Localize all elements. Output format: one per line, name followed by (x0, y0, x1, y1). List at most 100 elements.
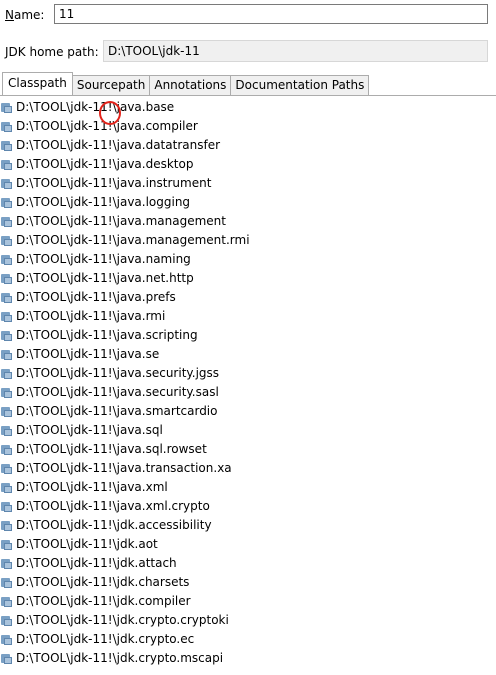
jar-archive-icon (1, 653, 12, 664)
classpath-list-item[interactable]: D:\TOOL\jdk-11!\java.security.jgss (0, 364, 496, 383)
classpath-item-label: D:\TOOL\jdk-11!\java.instrument (16, 176, 212, 190)
name-label-rest: ame: (13, 8, 45, 22)
classpath-list-item[interactable]: D:\TOOL\jdk-11!\java.prefs (0, 288, 496, 307)
classpath-item-label: D:\TOOL\jdk-11!\java.management (16, 214, 226, 228)
classpath-item-label: D:\TOOL\jdk-11!\jdk.accessibility (16, 518, 212, 532)
sdk-settings-panel: Name: JDK home path: Classpath Sourcepat… (0, 0, 496, 675)
jdk-home-path-field[interactable] (103, 40, 488, 62)
classpath-list-item[interactable]: D:\TOOL\jdk-11!\java.management (0, 212, 496, 231)
classpath-item-label: D:\TOOL\jdk-11!\jdk.compiler (16, 594, 191, 608)
classpath-list-item[interactable]: D:\TOOL\jdk-11!\java.net.http (0, 269, 496, 288)
jar-archive-icon (1, 292, 12, 303)
classpath-list-item[interactable]: D:\TOOL\jdk-11!\jdk.compiler (0, 592, 496, 611)
classpath-list-item[interactable]: D:\TOOL\jdk-11!\java.instrument (0, 174, 496, 193)
classpath-list-item[interactable]: D:\TOOL\jdk-11!\java.transaction.xa (0, 459, 496, 478)
classpath-list[interactable]: D:\TOOL\jdk-11!\java.base D:\TOOL\jdk-11!… (0, 98, 496, 675)
classpath-item-label: D:\TOOL\jdk-11!\java.smartcardio (16, 404, 218, 418)
classpath-list-item[interactable]: D:\TOOL\jdk-11!\java.security.sasl (0, 383, 496, 402)
jar-archive-icon (1, 425, 12, 436)
classpath-list-item[interactable]: D:\TOOL\jdk-11!\java.sql (0, 421, 496, 440)
classpath-item-label: D:\TOOL\jdk-11!\jdk.crypto.cryptoki (16, 613, 229, 627)
jar-archive-icon (1, 539, 12, 550)
classpath-list-item[interactable]: D:\TOOL\jdk-11!\java.desktop (0, 155, 496, 174)
jar-archive-icon (1, 273, 12, 284)
classpath-list-item[interactable]: D:\TOOL\jdk-11!\jdk.accessibility (0, 516, 496, 535)
classpath-item-label: D:\TOOL\jdk-11!\java.rmi (16, 309, 166, 323)
tab-strip: Classpath Sourcepath Annotations Documen… (2, 72, 370, 95)
tab-strip-divider (0, 95, 496, 96)
jdk-home-path-label: JDK home path: (5, 45, 99, 59)
jar-archive-icon (1, 159, 12, 170)
jar-archive-icon (1, 140, 12, 151)
name-input[interactable] (54, 4, 488, 24)
classpath-list-item[interactable]: D:\TOOL\jdk-11!\java.sql.rowset (0, 440, 496, 459)
classpath-list-item[interactable]: D:\TOOL\jdk-11!\jdk.crypto.mscapi (0, 649, 496, 668)
tab-documentation-paths[interactable]: Documentation Paths (230, 75, 370, 95)
classpath-item-label: D:\TOOL\jdk-11!\jdk.attach (16, 556, 177, 570)
classpath-list-item[interactable]: D:\TOOL\jdk-11!\java.scripting (0, 326, 496, 345)
jar-archive-icon (1, 463, 12, 474)
jar-archive-icon (1, 121, 12, 132)
classpath-item-label: D:\TOOL\jdk-11!\jdk.aot (16, 537, 158, 551)
classpath-item-label: D:\TOOL\jdk-11!\java.security.sasl (16, 385, 219, 399)
classpath-item-label: D:\TOOL\jdk-11!\jdk.crypto.ec (16, 632, 195, 646)
classpath-item-label: D:\TOOL\jdk-11!\java.naming (16, 252, 191, 266)
jar-archive-icon (1, 216, 12, 227)
classpath-list-item[interactable]: D:\TOOL\jdk-11!\java.xml.crypto (0, 497, 496, 516)
jar-archive-icon (1, 558, 12, 569)
classpath-item-label: D:\TOOL\jdk-11!\java.base (16, 100, 175, 114)
jar-archive-icon (1, 178, 12, 189)
name-label: Name: (5, 8, 44, 22)
jar-archive-icon (1, 520, 12, 531)
classpath-list-item[interactable]: D:\TOOL\jdk-11!\java.xml (0, 478, 496, 497)
classpath-item-label: D:\TOOL\jdk-11!\java.xml.crypto (16, 499, 210, 513)
classpath-list-item[interactable]: D:\TOOL\jdk-11!\jdk.crypto.cryptoki (0, 611, 496, 630)
classpath-item-label: D:\TOOL\jdk-11!\java.management.rmi (16, 233, 250, 247)
classpath-item-label: D:\TOOL\jdk-11!\java.scripting (16, 328, 198, 342)
classpath-item-label: D:\TOOL\jdk-11!\java.prefs (16, 290, 176, 304)
classpath-list-item[interactable]: D:\TOOL\jdk-11!\jdk.crypto.ec (0, 630, 496, 649)
name-label-mnemonic: N (5, 8, 14, 22)
classpath-item-label: D:\TOOL\jdk-11!\java.transaction.xa (16, 461, 232, 475)
jar-archive-icon (1, 577, 12, 588)
classpath-list-item[interactable]: D:\TOOL\jdk-11!\java.compiler (0, 117, 496, 136)
classpath-list-item[interactable]: D:\TOOL\jdk-11!\java.smartcardio (0, 402, 496, 421)
tab-annotations[interactable]: Annotations (149, 75, 232, 95)
jar-archive-icon (1, 444, 12, 455)
classpath-list-item[interactable]: D:\TOOL\jdk-11!\jdk.charsets (0, 573, 496, 592)
classpath-item-label: D:\TOOL\jdk-11!\java.se (16, 347, 160, 361)
classpath-list-item[interactable]: D:\TOOL\jdk-11!\java.naming (0, 250, 496, 269)
classpath-item-label: D:\TOOL\jdk-11!\java.desktop (16, 157, 194, 171)
classpath-item-label: D:\TOOL\jdk-11!\jdk.crypto.mscapi (16, 651, 224, 665)
jar-archive-icon (1, 349, 12, 360)
jar-archive-icon (1, 596, 12, 607)
classpath-item-label: D:\TOOL\jdk-11!\java.sql (16, 423, 163, 437)
classpath-list-item[interactable]: D:\TOOL\jdk-11!\java.rmi (0, 307, 496, 326)
classpath-list-item[interactable]: D:\TOOL\jdk-11!\java.logging (0, 193, 496, 212)
classpath-list-item[interactable]: D:\TOOL\jdk-11!\java.management.rmi (0, 231, 496, 250)
tab-classpath[interactable]: Classpath (2, 72, 73, 95)
classpath-item-label: D:\TOOL\jdk-11!\java.compiler (16, 119, 198, 133)
jar-archive-icon (1, 634, 12, 645)
classpath-list-item[interactable]: D:\TOOL\jdk-11!\jdk.attach (0, 554, 496, 573)
tab-sourcepath[interactable]: Sourcepath (71, 75, 151, 95)
jar-archive-icon (1, 615, 12, 626)
jar-archive-icon (1, 197, 12, 208)
jar-archive-icon (1, 387, 12, 398)
classpath-item-label: D:\TOOL\jdk-11!\jdk.charsets (16, 575, 190, 589)
classpath-item-label: D:\TOOL\jdk-11!\java.security.jgss (16, 366, 220, 380)
classpath-list-item[interactable]: D:\TOOL\jdk-11!\jdk.aot (0, 535, 496, 554)
jar-archive-icon (1, 482, 12, 493)
classpath-item-label: D:\TOOL\jdk-11!\java.sql.rowset (16, 442, 207, 456)
jar-archive-icon (1, 501, 12, 512)
jar-archive-icon (1, 330, 12, 341)
classpath-item-label: D:\TOOL\jdk-11!\java.net.http (16, 271, 194, 285)
classpath-item-label: D:\TOOL\jdk-11!\java.datatransfer (16, 138, 221, 152)
classpath-list-item[interactable]: D:\TOOL\jdk-11!\java.base (0, 98, 496, 117)
jar-archive-icon (1, 311, 12, 322)
classpath-item-label: D:\TOOL\jdk-11!\java.xml (16, 480, 168, 494)
classpath-list-item[interactable]: D:\TOOL\jdk-11!\java.se (0, 345, 496, 364)
classpath-item-label: D:\TOOL\jdk-11!\java.logging (16, 195, 191, 209)
classpath-list-item[interactable]: D:\TOOL\jdk-11!\java.datatransfer (0, 136, 496, 155)
jar-archive-icon (1, 406, 12, 417)
